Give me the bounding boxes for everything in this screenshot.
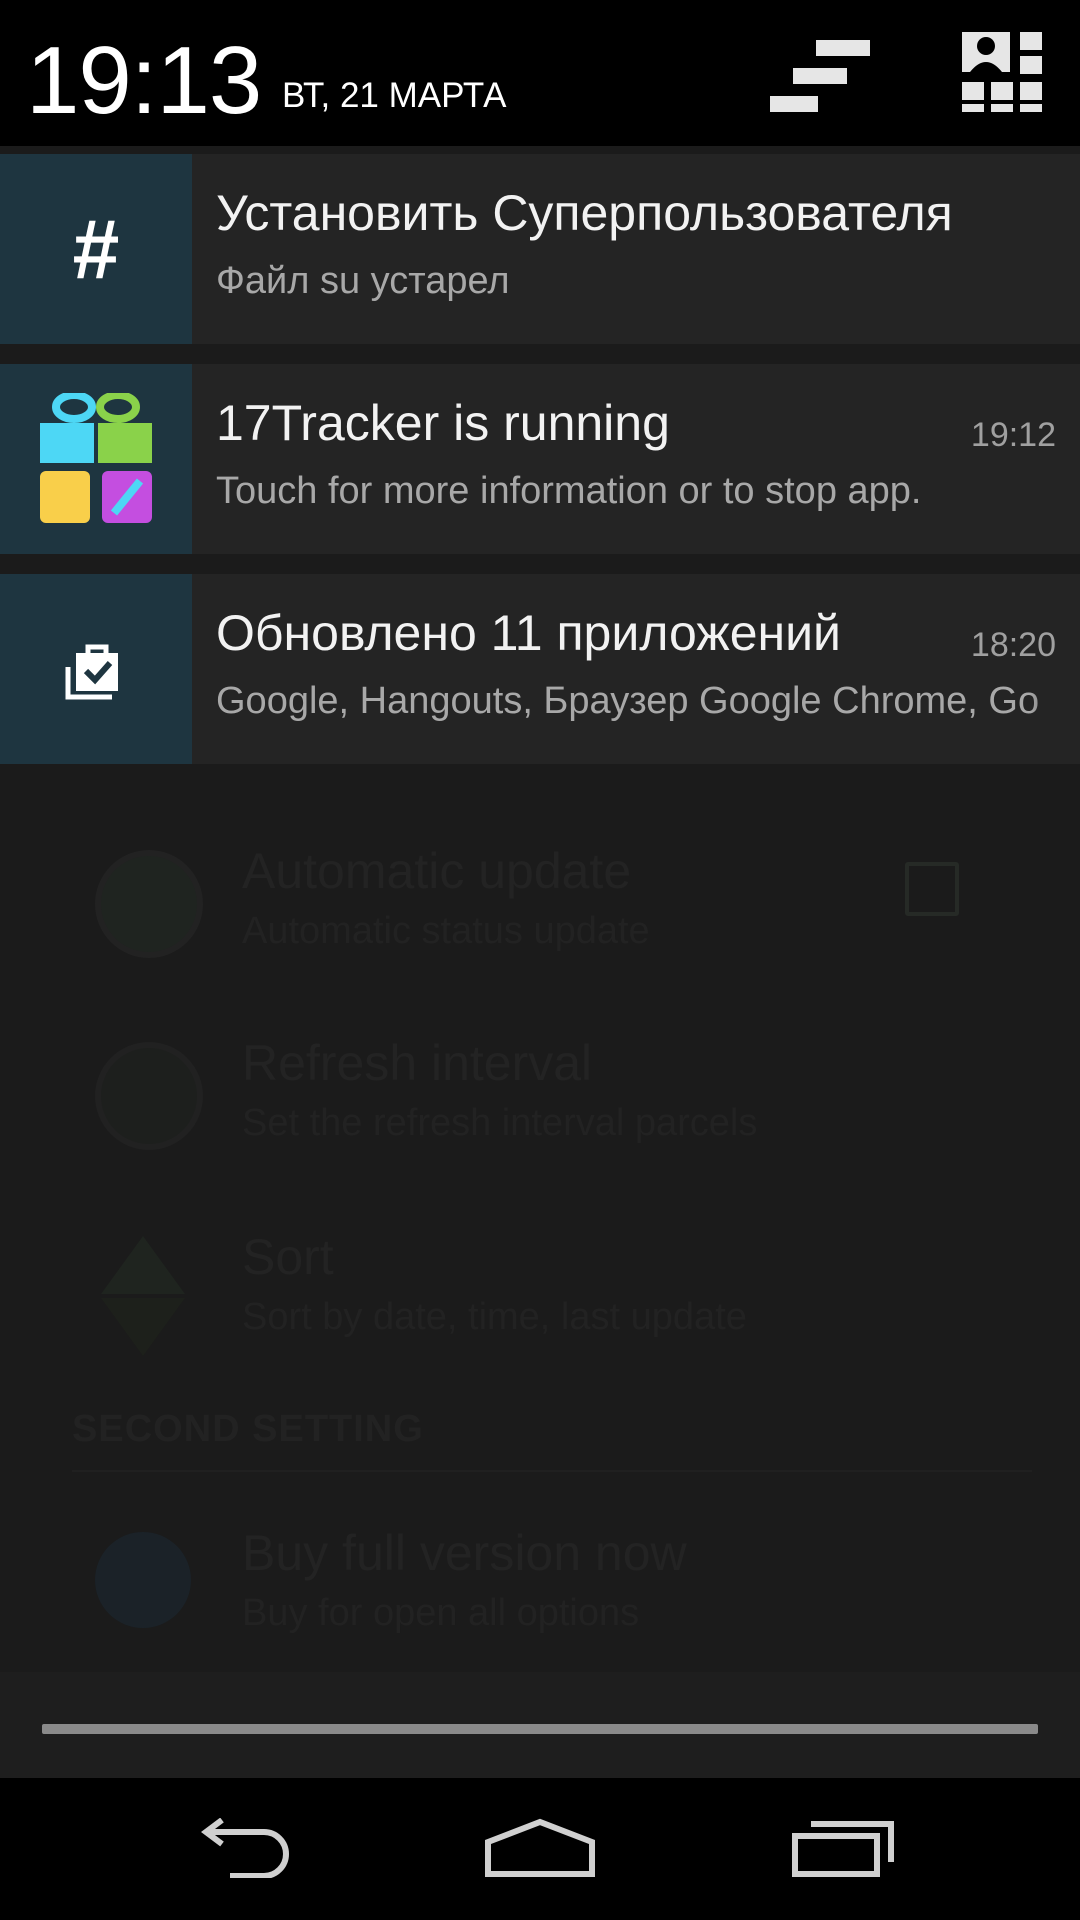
setting-title: Automatic update: [242, 843, 632, 899]
date[interactable]: ВТ, 21 МАРТА: [282, 76, 506, 116]
setting-title: Refresh interval: [242, 1035, 593, 1091]
home-icon[interactable]: [460, 1798, 620, 1898]
section-header: SECOND SETTING: [72, 1408, 424, 1450]
notification-text: Google, Hangouts, Браузер Google Chrome,…: [216, 680, 1040, 722]
updated-apps-icon: [0, 574, 192, 764]
notification-time: 18:20: [970, 626, 1056, 664]
recents-icon[interactable]: [764, 1798, 924, 1898]
notification-apps-updated[interactable]: Обновлено 11 приложений 18:20 Google, Ha…: [0, 574, 1080, 764]
auto-update-checkbox: [905, 862, 959, 916]
quick-settings-icon[interactable]: [962, 32, 1042, 112]
setting-title: Buy full version now: [242, 1525, 687, 1581]
setting-subtitle: Buy for open all options: [242, 1592, 640, 1634]
setting-title: Sort: [242, 1229, 334, 1285]
buy-badge-icon: [95, 1532, 191, 1628]
setting-subtitle: Sort by date, time, last update: [242, 1296, 747, 1338]
clear-all-icon[interactable]: [770, 38, 870, 114]
sort-icon: [95, 1236, 191, 1356]
notification-time: 19:12: [970, 416, 1056, 454]
notification-superuser[interactable]: # Установить Суперпользователя Файл su у…: [0, 154, 1080, 344]
hash-icon: #: [0, 154, 192, 344]
notification-header: 19:13 ВТ, 21 МАРТА: [0, 0, 1080, 146]
text-fade: [1030, 674, 1080, 734]
setting-subtitle: Automatic status update: [242, 910, 650, 952]
refresh-icon: [95, 1042, 203, 1150]
notification-title: Установить Суперпользователя: [216, 185, 953, 241]
setting-automatic-update: Automatic update Automatic status update: [0, 800, 1080, 990]
shade-handle-area[interactable]: [0, 1672, 1080, 1778]
setting-buy-full-version: Buy full version now Buy for open all op…: [0, 1482, 1080, 1672]
notification-title: 17Tracker is running: [216, 395, 670, 451]
setting-sort: Sort Sort by date, time, last update: [0, 1186, 1080, 1376]
setting-subtitle: Set the refresh interval parcels: [242, 1102, 758, 1144]
notification-17tracker[interactable]: 17Tracker is running 19:12 Touch for mor…: [0, 364, 1080, 554]
divider: [72, 1470, 1032, 1472]
setting-refresh-interval: Refresh interval Set the refresh interva…: [0, 992, 1080, 1182]
navigation-bar: [0, 1778, 1080, 1920]
drag-handle[interactable]: [42, 1724, 1038, 1734]
back-icon[interactable]: [160, 1798, 320, 1898]
notification-text: Файл su устарел: [216, 260, 510, 302]
clock-icon: [95, 850, 203, 958]
notification-text: Touch for more information or to stop ap…: [216, 470, 922, 512]
notification-title: Обновлено 11 приложений: [216, 605, 841, 661]
clock[interactable]: 19:13: [26, 26, 262, 136]
gift-icon: [0, 364, 192, 554]
